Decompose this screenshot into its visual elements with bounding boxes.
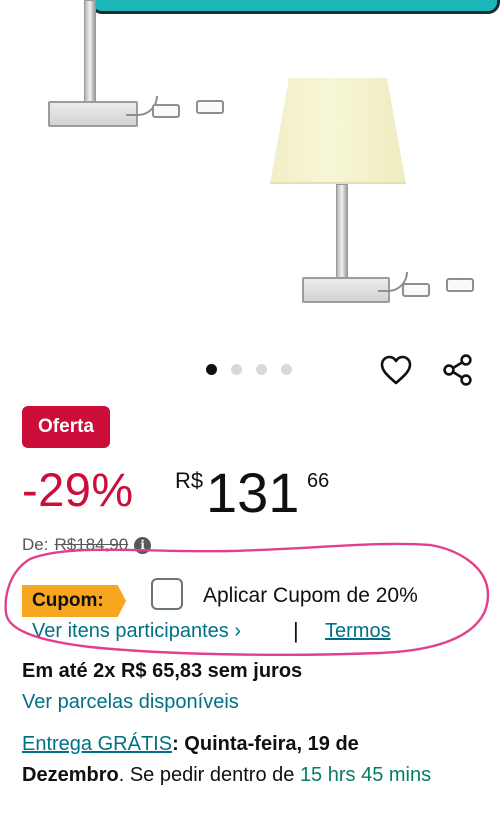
list-price: De: R$184,90 i (22, 535, 152, 555)
delivery-countdown: 15 hrs 45 (299, 764, 384, 786)
price-currency: R$ (175, 468, 204, 493)
carousel-dot-2[interactable] (231, 364, 242, 375)
info-icon[interactable]: i (134, 536, 152, 554)
wishlist-button[interactable] (376, 350, 416, 390)
lamp-base-left (48, 101, 138, 127)
lamp-plug-right (402, 283, 430, 297)
list-price-value: R$184,90 (54, 535, 129, 554)
lamp-rod-left (84, 0, 96, 104)
delivery-countdown-mins: mins (388, 764, 432, 786)
lamp-plug-right-2 (446, 278, 474, 292)
terms-link[interactable]: Termos (325, 620, 391, 643)
lamp-shade (270, 78, 406, 184)
product-page: Oferta -29% R$ 131 66 De: R$184,90 i Cup… (0, 0, 500, 816)
lamp-plug-left-2 (196, 100, 224, 114)
delivery-colon: : (172, 733, 179, 755)
link-separator: | (293, 618, 299, 643)
coupon-tag: Cupom: (22, 585, 126, 617)
delivery-cutoff-text: . Se pedir dentro de (118, 764, 300, 786)
price-whole: 131 (206, 461, 300, 524)
discount-percentage: -29% (22, 463, 134, 516)
free-delivery-link[interactable]: Entrega GRÁTIS (22, 733, 172, 755)
list-price-label: De: (22, 535, 49, 554)
deal-badge: Oferta (22, 406, 110, 448)
share-icon (443, 354, 472, 386)
carousel-dot-4[interactable] (281, 364, 292, 375)
lamp-base-right (302, 277, 390, 303)
carousel-dot-3[interactable] (256, 364, 267, 375)
delivery-info: Entrega GRÁTIS: Quinta-feira, 19 de Deze… (22, 729, 462, 791)
price-cents: 66 (307, 470, 330, 492)
lamp-plug-left (152, 104, 180, 118)
apply-coupon-checkbox[interactable] (151, 578, 183, 610)
participating-items-link[interactable]: Ver itens participantes › (32, 620, 241, 643)
apply-coupon-label[interactable]: Aplicar Cupom de 20% (203, 584, 418, 608)
product-image-gallery[interactable] (0, 0, 500, 345)
share-button[interactable] (438, 350, 478, 390)
heart-outline-icon (380, 355, 412, 385)
image-carousel-dots[interactable] (206, 364, 292, 375)
carousel-dot-1[interactable] (206, 364, 217, 375)
installments-text: Em até 2x R$ 65,83 sem juros (22, 660, 303, 682)
lamp-rod-right (336, 184, 348, 280)
installments-link[interactable]: Ver parcelas disponíveis (22, 691, 239, 714)
